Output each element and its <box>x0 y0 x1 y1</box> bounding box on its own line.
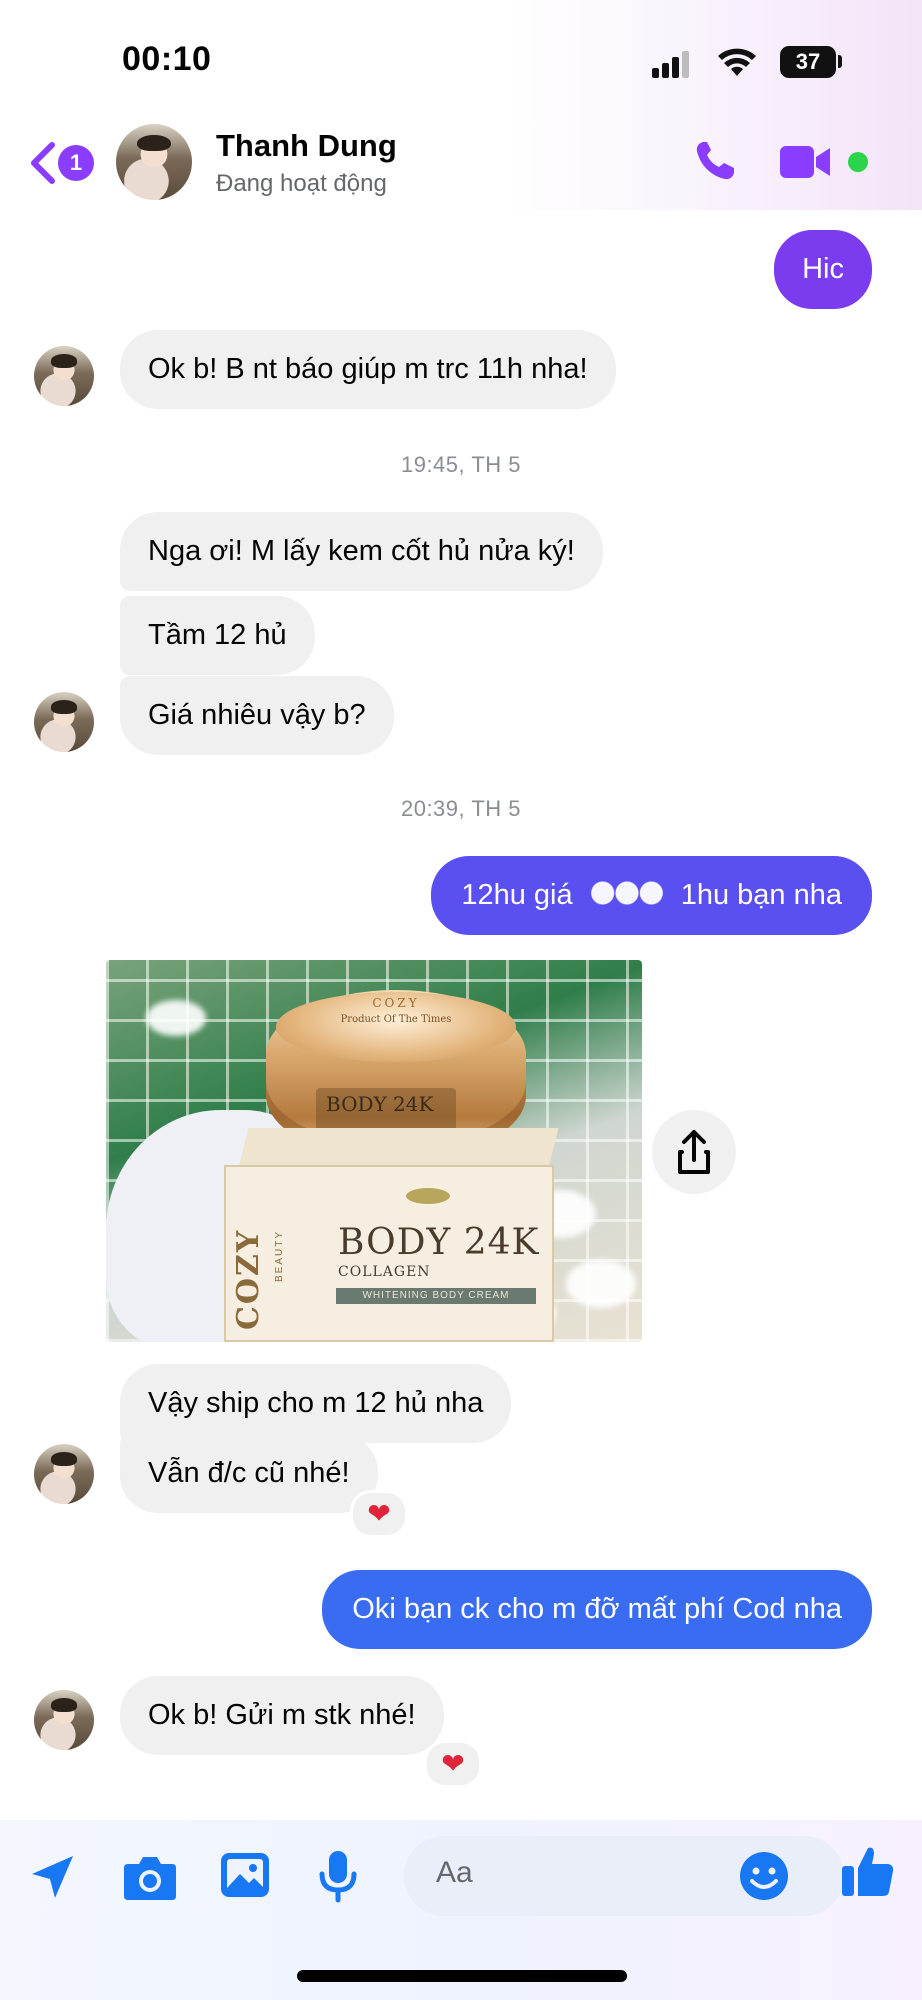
box-collagen: COLLAGEN <box>338 1264 431 1280</box>
camera-button[interactable] <box>122 1852 178 1902</box>
box-sub-brand: BEAUTY <box>274 1230 285 1283</box>
gallery-button[interactable] <box>218 1848 272 1902</box>
message-text: 12hu giá <box>461 879 573 911</box>
message-bubble-incoming[interactable]: Giá nhiêu vậy b? <box>120 676 394 755</box>
contact-name[interactable]: Thanh Dung <box>216 128 397 164</box>
video-call-button[interactable] <box>778 140 838 184</box>
sender-avatar <box>34 1690 94 1750</box>
redacted-price <box>588 880 665 906</box>
jar-lid-line: Product Of The Times <box>340 1014 452 1025</box>
timestamp: 20:39, TH 5 <box>400 796 522 821</box>
photo-background-jar <box>146 1000 206 1036</box>
product-photo-message[interactable]: COZY Product Of The Times BODY 24K COZY … <box>106 960 642 1342</box>
sender-avatar <box>34 346 94 406</box>
share-button[interactable] <box>652 1110 736 1194</box>
timestamp: 19:45, TH 5 <box>400 452 522 477</box>
message-bubble-incoming[interactable]: Vẫn đ/c cũ nhé! <box>120 1434 378 1513</box>
voice-button[interactable] <box>316 1848 360 1904</box>
emoji-button[interactable] <box>738 1850 790 1902</box>
camera-icon <box>124 1857 176 1900</box>
box-band: WHITENING BODY CREAM <box>336 1288 536 1304</box>
box-title: BODY 24K <box>338 1222 540 1263</box>
unread-count-badge: 1 <box>58 145 94 181</box>
photo-background-jar <box>566 1260 636 1308</box>
contact-avatar[interactable] <box>116 124 192 200</box>
jar-label-title: BODY 24K <box>326 1092 434 1116</box>
sender-avatar <box>34 1444 94 1504</box>
like-button[interactable] <box>838 1842 898 1902</box>
active-status-dot <box>848 152 868 172</box>
message-bubble-incoming[interactable]: Nga ơi! M lấy kem cốt hủ nửa ký! <box>120 512 603 591</box>
message-bubble-outgoing[interactable]: Oki bạn ck cho m đỡ mất phí Cod nha <box>322 1570 872 1649</box>
microphone-icon <box>319 1851 357 1903</box>
box-brand: COZY <box>231 1228 266 1330</box>
message-input-placeholder[interactable]: Aa <box>436 1856 473 1890</box>
message-bubble-incoming[interactable]: Ok b! B nt báo giúp m trc 11h nha! <box>120 330 616 409</box>
message-bubble-incoming[interactable]: Vậy ship cho m 12 hủ nha <box>120 1364 512 1443</box>
location-arrow-icon <box>32 1856 73 1898</box>
back-button[interactable] <box>24 140 60 186</box>
video-camera-icon <box>780 146 830 178</box>
message-bubble-incoming[interactable]: Ok b! Gửi m stk nhé! <box>120 1676 444 1755</box>
share-icon <box>678 1130 710 1174</box>
battery-tip <box>838 55 842 68</box>
home-indicator <box>297 1970 627 1982</box>
gallery-icon <box>221 1853 269 1897</box>
call-button[interactable] <box>690 136 740 186</box>
contact-status: Đang hoạt động <box>216 170 387 197</box>
heart-reaction[interactable]: ❤ <box>350 1490 408 1538</box>
status-time: 00:10 <box>122 40 212 78</box>
jar-label: BODY 24K <box>316 1088 456 1132</box>
message-bubble-outgoing[interactable]: Hic <box>774 230 872 309</box>
battery-indicator: 37 <box>780 46 836 78</box>
phone-icon <box>696 142 734 180</box>
jar-lid-brand: COZY <box>372 996 420 1010</box>
wifi-icon <box>716 46 758 78</box>
cream-jar-lid: COZY Product Of The Times <box>276 992 516 1062</box>
message-bubble-outgoing[interactable]: 12hu giá 1hu bạn nha <box>431 856 872 935</box>
signal-icon <box>652 50 692 78</box>
location-button[interactable] <box>28 1852 78 1902</box>
like-thumb-icon <box>842 1847 894 1896</box>
message-bubble-incoming[interactable]: Tầm 12 hủ <box>120 596 315 675</box>
sender-avatar <box>34 692 94 752</box>
emoji-icon <box>740 1852 788 1900</box>
box-emblem <box>406 1188 450 1204</box>
message-text: 1hu bạn nha <box>680 879 842 911</box>
back-chevron-icon <box>31 142 55 184</box>
heart-reaction[interactable]: ❤ <box>424 1740 482 1788</box>
